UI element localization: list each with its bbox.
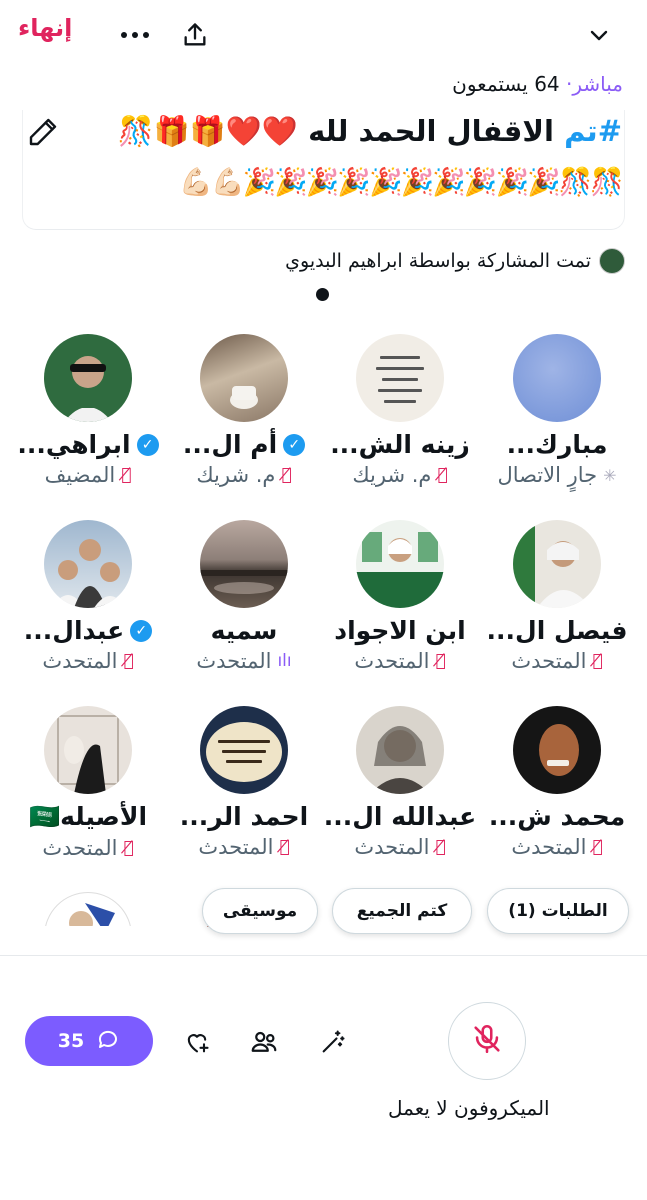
- participant-role: 🎙̸ المتحدث: [42, 649, 134, 673]
- page-indicator-dot: [316, 288, 329, 301]
- verified-badge-icon: ✓: [283, 433, 306, 456]
- space-status: مباشر· 64 يستمعون: [452, 72, 623, 96]
- top-bar: إنهاء: [0, 0, 647, 70]
- avatar: [356, 520, 444, 608]
- music-button[interactable]: موسيقى: [202, 888, 318, 934]
- participant-card[interactable]: عبدالله ال... 🎙̸ المتحدث: [320, 706, 480, 859]
- mic-off-icon: 🎙̸: [437, 465, 448, 485]
- participant-name: احمد الر...: [179, 802, 309, 831]
- shared-by-line: تمت المشاركة بواسطة ابراهيم البديوي: [285, 248, 625, 274]
- avatar: [200, 520, 288, 608]
- listener-count: 64 يستمعون: [452, 72, 560, 96]
- mic-off-icon: [470, 1022, 504, 1060]
- avatar: [356, 334, 444, 422]
- avatar: [44, 706, 132, 794]
- loading-spinner-icon: ✳: [603, 465, 617, 485]
- microphone-toggle-button[interactable]: [448, 1002, 526, 1080]
- participant-card[interactable]: ✓ أم ال... 🎙̸ م. شريك: [164, 334, 324, 487]
- verified-badge-icon: ✓: [130, 619, 153, 642]
- participant-role: 🎙̸ المتحدث: [511, 649, 603, 673]
- avatar: [513, 706, 601, 794]
- participant-name: ✓ ابراهي...: [8, 430, 168, 459]
- people-icon[interactable]: [247, 1025, 281, 1059]
- host-actions-row: الطلبات (1) كتم الجميع موسيقى: [0, 888, 647, 936]
- participant-role: ✳ جارٍ الاتصال: [497, 463, 617, 487]
- mic-off-icon: 🎙̸: [435, 837, 446, 857]
- title-hashtag[interactable]: #تم: [564, 114, 622, 148]
- title-text: الاقفال الحمد لله ❤️❤️🎁🎁🎊: [117, 114, 554, 148]
- heart-plus-icon[interactable]: [180, 1025, 214, 1059]
- speaking-waveform-icon: ılı: [277, 651, 292, 671]
- participant-name: سميه: [210, 616, 278, 645]
- space-title-line2: 🎊🎊🎉🎉🎉🎉🎉🎉🎉🎉🎉🎉💪🏻💪🏻: [179, 167, 624, 198]
- participant-card[interactable]: مبارك... ✳ جارٍ الاتصال: [477, 334, 637, 487]
- participant-card[interactable]: ✓ ابراهي... 🎙̸ المضيف: [8, 334, 168, 487]
- participant-name: ✓ عبدال...: [8, 616, 168, 645]
- avatar: [44, 520, 132, 608]
- mic-status-label: الميكروفون لا يعمل: [388, 1096, 550, 1120]
- participant-role: 🎙̸ المتحدث: [42, 836, 134, 860]
- more-icon[interactable]: [118, 18, 152, 52]
- mic-off-icon: 🎙̸: [123, 838, 134, 858]
- requests-button[interactable]: الطلبات (1): [487, 888, 629, 934]
- verified-badge-icon: ✓: [136, 433, 159, 456]
- sharer-avatar: [599, 248, 625, 274]
- mic-off-icon: 🎙̸: [281, 465, 292, 485]
- chevron-down-icon[interactable]: [582, 18, 616, 52]
- divider: [0, 955, 647, 956]
- mic-off-icon: 🎙̸: [592, 651, 603, 671]
- participant-name: عبدالله ال...: [323, 802, 477, 831]
- avatar: [356, 706, 444, 794]
- mic-off-icon: 🎙̸: [123, 651, 134, 671]
- participant-role: 🎙̸ المتحدث: [198, 835, 290, 859]
- participant-card[interactable]: الأصيله🇸🇦 🎙̸ المتحدث: [8, 706, 168, 860]
- participant-role: 🎙̸ م. شريك: [196, 463, 292, 487]
- mic-off-icon: 🎙̸: [592, 837, 603, 857]
- comments-button[interactable]: 35: [25, 1016, 153, 1066]
- share-icon[interactable]: [178, 18, 212, 52]
- live-label: مباشر: [572, 72, 623, 96]
- space-title-box: #تم الاقفال الحمد لله ❤️❤️🎁🎁🎊 🎊🎊🎉🎉🎉🎉🎉🎉🎉🎉…: [22, 110, 625, 230]
- participant-name: محمد ش...: [488, 802, 626, 831]
- participant-card[interactable]: محمد ش... 🎙̸ المتحدث: [477, 706, 637, 859]
- participant-card[interactable]: فيصل ال... 🎙̸ المتحدث: [477, 520, 637, 673]
- avatar: [513, 334, 601, 422]
- pencil-edit-icon[interactable]: [27, 116, 59, 148]
- participant-role: 🎙̸ م. شريك: [352, 463, 448, 487]
- avatar: [200, 334, 288, 422]
- mic-off-icon: 🎙̸: [121, 465, 132, 485]
- participant-name: زينه الش...: [330, 430, 470, 459]
- avatar: [200, 706, 288, 794]
- participant-name: مبارك...: [506, 430, 608, 459]
- participant-card[interactable]: سميه ılı المتحدث: [164, 520, 324, 673]
- participant-role: 🎙̸ المضيف: [44, 463, 132, 487]
- participant-name: ✓ أم ال...: [164, 430, 324, 459]
- comment-bubble-icon: [96, 1027, 120, 1056]
- participant-card[interactable]: ابن الاجواد 🎙̸ المتحدث: [320, 520, 480, 673]
- participant-role: 🎙̸ المتحدث: [354, 649, 446, 673]
- avatar: [513, 520, 601, 608]
- participant-name: فيصل ال...: [486, 616, 628, 645]
- magic-wand-icon[interactable]: [316, 1025, 350, 1059]
- mic-off-icon: 🎙̸: [279, 837, 290, 857]
- participant-card[interactable]: زينه الش... 🎙̸ م. شريك: [320, 334, 480, 487]
- mute-all-button[interactable]: كتم الجميع: [332, 888, 472, 934]
- participant-role: ılı المتحدث: [196, 649, 292, 673]
- shared-by-text: تمت المشاركة بواسطة ابراهيم البديوي: [285, 250, 591, 272]
- participant-role: 🎙̸ المتحدث: [354, 835, 446, 859]
- participant-card[interactable]: احمد الر... 🎙̸ المتحدث: [164, 706, 324, 859]
- participant-card[interactable]: ✓ عبدال... 🎙̸ المتحدث: [8, 520, 168, 673]
- end-space-button[interactable]: إنهاء: [18, 14, 72, 42]
- participant-name: الأصيله🇸🇦: [28, 802, 148, 831]
- mic-off-icon: 🎙̸: [435, 651, 446, 671]
- participant-name: ابن الاجواد: [334, 616, 466, 645]
- comments-count: 35: [57, 1030, 85, 1052]
- avatar: [44, 334, 132, 422]
- participant-role: 🎙̸ المتحدث: [511, 835, 603, 859]
- space-title: #تم الاقفال الحمد لله ❤️❤️🎁🎁🎊: [117, 114, 622, 149]
